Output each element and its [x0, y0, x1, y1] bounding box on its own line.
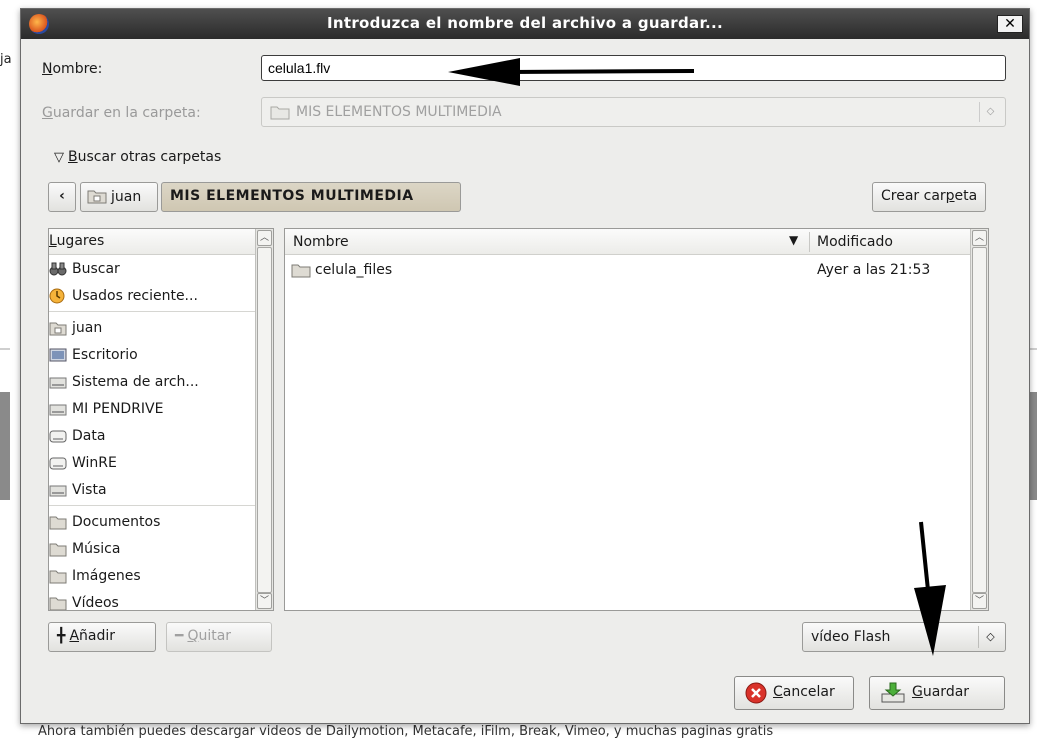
disk-icon — [49, 430, 67, 442]
place-music[interactable]: Música — [49, 535, 257, 562]
drive-icon — [49, 377, 67, 388]
scroll-up-icon[interactable]: ︿ — [257, 230, 272, 246]
place-filesystem[interactable]: Sistema de arch... — [49, 368, 257, 395]
place-videos[interactable]: Vídeos — [49, 589, 257, 610]
file-list-scrollbar[interactable]: ︿ ﹀ — [970, 229, 988, 610]
save-button[interactable]: Guardar — [869, 676, 1005, 710]
place-pictures[interactable]: Imágenes — [49, 562, 257, 589]
save-in-folder-combo[interactable]: MIS ELEMENTOS MULTIMEDIA ◇ — [261, 97, 1006, 127]
file-type-value: vídeo Flash — [811, 629, 891, 645]
minus-icon: ━ — [175, 628, 184, 644]
file-type-filter[interactable]: vídeo Flash ◇ — [802, 622, 1006, 652]
folder-icon — [270, 105, 290, 124]
scroll-up-icon[interactable]: ︿ — [972, 230, 987, 246]
places-separator — [49, 311, 257, 312]
home-folder-icon — [49, 322, 67, 335]
places-pane: Lugares Buscar Usados reciente... juan E… — [48, 228, 274, 611]
save-file-dialog: Introduzca el nombre del archivo a guard… — [20, 8, 1030, 724]
places-scrollbar[interactable]: ︿ ﹀ — [255, 229, 273, 610]
close-button[interactable]: ✕ — [997, 15, 1023, 33]
save-download-icon — [881, 682, 905, 703]
folder-icon — [49, 597, 67, 610]
file-list-header: Nombre ▼ Modificado — [285, 229, 970, 255]
background-divider — [1030, 348, 1037, 350]
column-name[interactable]: Nombre — [293, 234, 349, 250]
path-button-home[interactable]: juan — [80, 182, 158, 212]
file-name: celula_files — [315, 262, 393, 278]
remove-bookmark-button[interactable]: ━ Quitar — [166, 622, 272, 652]
background-banner — [0, 392, 10, 500]
home-folder-icon — [87, 190, 107, 204]
folder-icon — [291, 264, 311, 278]
disk-icon — [49, 457, 67, 469]
place-pendrive[interactable]: MI PENDRIVE — [49, 395, 257, 422]
file-row[interactable]: celula_files Ayer a las 21:53 — [285, 259, 970, 283]
scroll-down-icon[interactable]: ﹀ — [972, 593, 987, 609]
background-page-caption: Ahora también puedes descargar videos de… — [38, 724, 774, 739]
titlebar[interactable]: Introduzca el nombre del archivo a guard… — [21, 9, 1029, 39]
file-modified: Ayer a las 21:53 — [817, 262, 931, 278]
place-documents[interactable]: Documentos — [49, 508, 257, 535]
create-folder-button[interactable]: Crear carpeta — [872, 182, 987, 212]
save-in-folder-value: MIS ELEMENTOS MULTIMEDIA — [296, 104, 502, 120]
filename-input[interactable] — [261, 55, 1006, 81]
places-separator — [49, 505, 257, 506]
sort-descending-icon: ▼ — [789, 233, 799, 247]
browse-folders-expander[interactable]: ▽ Buscar otras carpetas — [54, 149, 221, 165]
place-search[interactable]: Buscar — [49, 255, 257, 282]
path-back-button[interactable]: ‹ — [48, 182, 76, 212]
background-divider — [0, 348, 10, 350]
scroll-down-icon[interactable]: ﹀ — [257, 593, 272, 609]
places-list: Buscar Usados reciente... juan Escritori… — [49, 255, 257, 610]
updown-arrows-icon: ◇ — [979, 102, 1001, 122]
scroll-thumb[interactable] — [257, 247, 272, 593]
places-header[interactable]: Lugares — [49, 229, 273, 255]
background-banner — [1030, 392, 1037, 500]
column-divider[interactable] — [809, 232, 810, 252]
drive-icon — [49, 485, 67, 496]
folder-icon — [49, 543, 67, 556]
path-button-current[interactable]: MIS ELEMENTOS MULTIMEDIA — [161, 182, 461, 212]
desktop-icon — [49, 348, 67, 361]
folder-icon — [49, 570, 67, 583]
plus-icon: ╋ — [57, 628, 66, 644]
save-in-folder-label: Guardar en la carpeta: — [42, 105, 201, 121]
place-winre[interactable]: WinRE — [49, 449, 257, 476]
place-home[interactable]: juan — [49, 314, 257, 341]
search-binoculars-icon — [49, 262, 67, 275]
cancel-button[interactable]: Cancelar — [734, 676, 854, 710]
triangle-down-icon: ▽ — [54, 150, 64, 165]
drive-icon — [49, 404, 67, 415]
file-list-pane: Nombre ▼ Modificado celula_files Ayer a … — [284, 228, 989, 611]
place-vista[interactable]: Vista — [49, 476, 257, 503]
name-label: Nombre: — [42, 61, 103, 77]
place-recent[interactable]: Usados reciente... — [49, 282, 257, 309]
add-bookmark-button[interactable]: ╋ Añadir — [48, 622, 156, 652]
background-page-text: ja — [0, 52, 12, 67]
place-data[interactable]: Data — [49, 422, 257, 449]
updown-arrows-icon: ◇ — [978, 626, 1002, 648]
cancel-icon — [745, 682, 767, 704]
recent-clock-icon — [49, 288, 65, 303]
column-modified[interactable]: Modificado — [817, 234, 893, 250]
folder-icon — [49, 516, 67, 529]
window-title: Introduzca el nombre del archivo a guard… — [327, 14, 723, 32]
scroll-thumb[interactable] — [972, 247, 987, 593]
place-desktop[interactable]: Escritorio — [49, 341, 257, 368]
